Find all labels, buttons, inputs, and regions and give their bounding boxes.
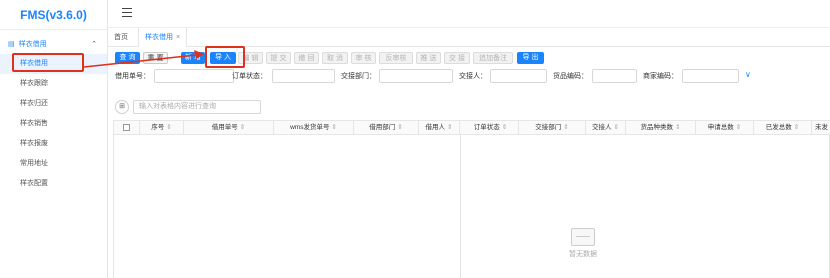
- annotation-arrow: [83, 50, 204, 68]
